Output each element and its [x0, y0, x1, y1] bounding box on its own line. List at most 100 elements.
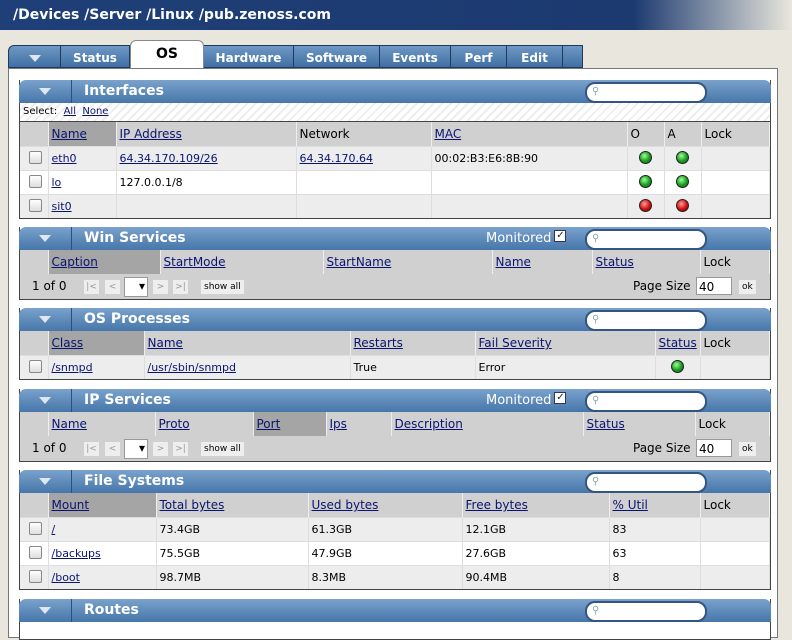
tab-os[interactable]: OS [130, 40, 204, 68]
col-o: O [627, 122, 665, 147]
section-title: File Systems [84, 473, 185, 489]
network[interactable]: 64.34.170.64 [300, 152, 373, 165]
prev-page-button[interactable]: < [105, 280, 120, 294]
file-systems-table: Mount Total bytes Used bytes Free bytes % Ut… [20, 493, 770, 589]
first-page-button[interactable]: |< [84, 442, 99, 456]
col-name[interactable]: Name [52, 127, 87, 141]
tab-menu-toggle[interactable] [8, 45, 61, 68]
collapse-toggle[interactable] [19, 227, 72, 250]
used: 47.9GB [308, 541, 463, 566]
section-title: IP Services [84, 392, 171, 408]
col-name[interactable]: Name [52, 417, 87, 431]
col-class[interactable]: Class [52, 336, 84, 350]
show-all-button[interactable]: show all [201, 442, 244, 456]
col-startname[interactable]: StartName [327, 255, 392, 269]
filter-input[interactable] [585, 80, 707, 103]
tab-perf[interactable]: Perf [451, 45, 507, 68]
prev-page-button[interactable]: < [105, 442, 120, 456]
tab-software[interactable]: Software [294, 45, 380, 68]
last-page-button[interactable]: >| [173, 280, 188, 294]
collapse-toggle[interactable] [19, 599, 72, 622]
collapse-toggle[interactable] [19, 470, 72, 493]
filter-input[interactable] [585, 470, 707, 493]
collapse-toggle[interactable] [19, 80, 72, 103]
next-page-button[interactable]: > [153, 280, 168, 294]
process-name[interactable]: /usr/sbin/snmpd [148, 361, 236, 374]
tab-hardware[interactable]: Hardware [204, 45, 294, 68]
col-proto[interactable]: Proto [159, 417, 190, 431]
select-none-link[interactable]: None [82, 106, 108, 117]
chevron-down-icon [28, 55, 41, 62]
row-checkbox[interactable] [29, 359, 42, 373]
total: 73.4GB [156, 517, 309, 542]
col-total[interactable]: Total bytes [160, 498, 225, 512]
col-mac[interactable]: MAC [435, 127, 462, 141]
interface-name[interactable]: eth0 [52, 152, 77, 165]
col-free[interactable]: Free bytes [466, 498, 528, 512]
row-checkbox[interactable] [29, 521, 42, 535]
row-checkbox[interactable] [29, 198, 42, 212]
row-checkbox[interactable] [29, 569, 42, 583]
col-util[interactable]: % Util [613, 498, 648, 512]
show-all-button[interactable]: show all [201, 280, 244, 294]
col-port[interactable]: Port [257, 417, 281, 431]
interface-name[interactable]: sit0 [52, 200, 72, 213]
col-description[interactable]: Description [395, 417, 463, 431]
os-processes-section: OS Processes Class Name Restarts Fail Sever… [19, 308, 771, 380]
row-checkbox[interactable] [29, 545, 42, 559]
interface-name[interactable]: lo [52, 176, 62, 189]
collapse-toggle[interactable] [19, 389, 72, 412]
col-fail-severity[interactable]: Fail Severity [479, 336, 552, 350]
collapse-toggle[interactable] [19, 308, 72, 331]
page-select[interactable] [124, 274, 148, 299]
col-restarts[interactable]: Restarts [354, 336, 403, 350]
next-page-button[interactable]: > [153, 442, 168, 456]
page-select[interactable] [124, 436, 148, 461]
mount[interactable]: /boot [52, 571, 80, 584]
page-count: 1 of 0 [32, 279, 67, 293]
section-title: Interfaces [84, 83, 164, 99]
os-panel: Interfaces Select: All None Name IP Addre… [8, 68, 778, 640]
col-status[interactable]: Status [587, 417, 625, 431]
row-checkbox[interactable] [29, 150, 42, 164]
last-page-button[interactable]: >| [173, 442, 188, 456]
col-name[interactable]: Name [496, 255, 531, 269]
col-lock: Lock [700, 331, 770, 356]
filter-input[interactable] [585, 308, 707, 331]
col-mount[interactable]: Mount [52, 498, 90, 512]
filter-input[interactable] [585, 227, 707, 250]
row-checkbox[interactable] [29, 174, 42, 188]
ok-button[interactable]: ok [739, 442, 756, 456]
col-caption[interactable]: Caption [52, 255, 98, 269]
table-row: eth0 64.34.170.109/26 64.34.170.64 00:02:B3… [20, 146, 770, 171]
tab-edit[interactable]: Edit [507, 45, 563, 68]
col-status[interactable]: Status [659, 336, 697, 350]
first-page-button[interactable]: |< [84, 280, 99, 294]
col-used[interactable]: Used bytes [312, 498, 379, 512]
col-startmode[interactable]: StartMode [164, 255, 226, 269]
col-ip[interactable]: IP Address [120, 127, 182, 141]
col-status[interactable]: Status [596, 255, 634, 269]
col-ips[interactable]: Ips [330, 417, 347, 431]
mount[interactable]: / [52, 523, 56, 536]
ok-button[interactable]: ok [739, 280, 756, 294]
mount[interactable]: /backups [52, 547, 101, 560]
monitored-checkbox[interactable]: ✓ [554, 392, 567, 404]
col-name[interactable]: Name [148, 336, 183, 350]
monitored-checkbox[interactable]: ✓ [554, 230, 567, 242]
page-count: 1 of 0 [32, 441, 67, 455]
fail-severity: Error [475, 355, 656, 379]
filter-input[interactable] [585, 389, 707, 412]
status-green-icon [639, 150, 652, 164]
filter-input[interactable] [585, 599, 707, 622]
select-all-link[interactable]: All [64, 106, 76, 117]
page-size-input[interactable]: 40 [696, 277, 732, 295]
table-row: lo 127.0.0.1/8 [20, 170, 770, 195]
page-size-input[interactable]: 40 [696, 439, 732, 457]
tab-status[interactable]: Status [61, 45, 130, 68]
process-class[interactable]: /snmpd [52, 361, 93, 374]
col-network: Network [296, 122, 432, 147]
tab-events[interactable]: Events [380, 45, 451, 68]
ip-address[interactable]: 64.34.170.109/26 [120, 152, 218, 165]
section-title: Win Services [84, 230, 186, 246]
